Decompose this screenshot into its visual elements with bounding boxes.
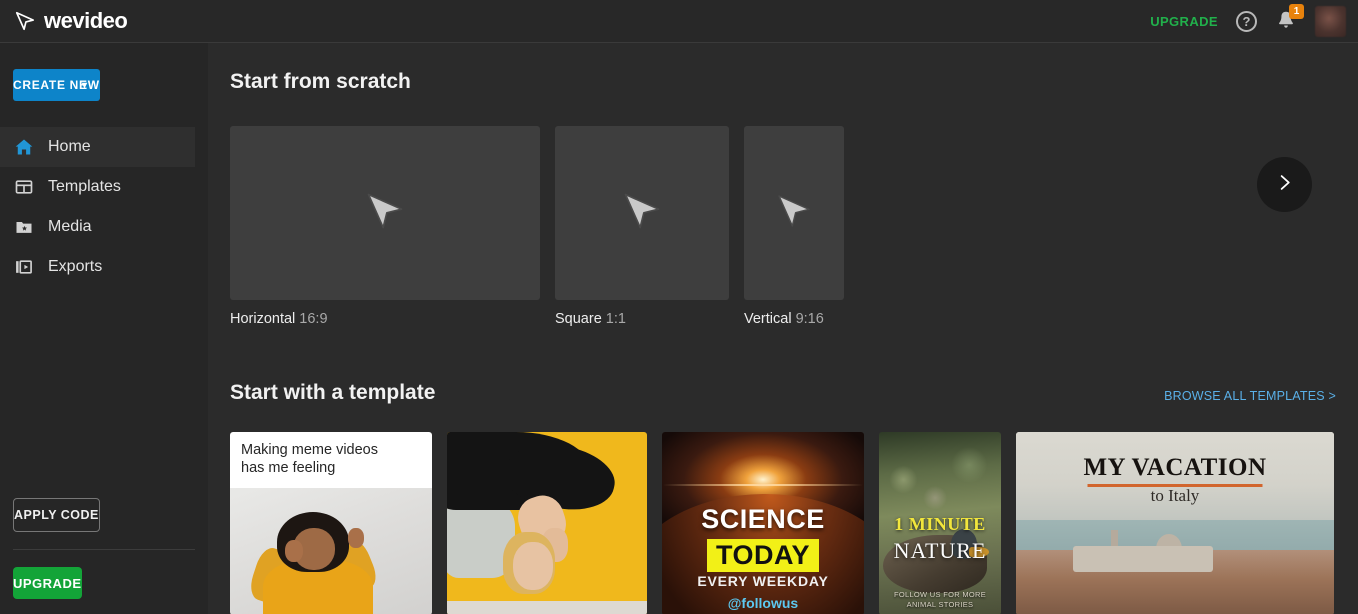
sidebar-item-media[interactable]: Media [0,207,208,247]
scratch-thumb-square[interactable] [555,126,729,300]
sidebar-item-home[interactable]: Home [0,127,195,167]
start-from-scratch-title: Start from scratch [230,70,411,93]
template-image-meme [230,488,432,614]
play-cursor-icon [774,191,814,236]
nature-line-2: NATURE [893,538,987,563]
play-cursor-icon [14,10,36,32]
scratch-card-square[interactable]: Square 1:1 [555,126,729,327]
scratch-card-vertical[interactable]: Vertical 9:16 [744,126,844,327]
scratch-label-square: Square 1:1 [555,311,729,327]
main-content: Start from scratch Horizontal 16:9 Squar… [208,43,1358,614]
chevron-right-icon [1276,174,1293,196]
avatar[interactable] [1315,5,1346,37]
sidebar-item-exports[interactable]: Exports [0,247,208,287]
browse-all-templates-link[interactable]: BROWSE ALL TEMPLATES > [1164,389,1336,403]
upgrade-link[interactable]: UPGRADE [1150,14,1218,29]
play-cursor-icon [363,189,407,238]
scratch-label-vertical: Vertical 9:16 [744,311,844,327]
notifications-button[interactable]: 1 [1275,4,1304,35]
help-icon[interactable]: ? [1236,10,1257,32]
wevideo-logo[interactable]: wevideo [14,8,128,34]
caption-line-2: has me feeling [241,460,336,477]
nature-line-3: FOLLOW US FOR MORE ANIMAL STORIES [893,590,987,609]
scratch-name: Vertical [744,311,792,327]
scratch-thumb-vertical[interactable] [744,126,844,300]
sidebar-nav: Home Templates Media Exports [0,127,208,287]
templates-icon [13,176,35,198]
apply-code-button[interactable]: APPLY CODE [13,498,100,532]
start-with-template-title: Start with a template [230,381,436,404]
scratch-label-horizontal: Horizontal 16:9 [230,311,540,327]
notification-badge: 1 [1289,4,1304,19]
scratch-ratio: 16:9 [299,311,328,327]
template-card-nature[interactable]: 1 MINUTE NATURE FOLLOW US FOR MORE ANIMA… [879,432,1001,614]
scratch-thumb-horizontal[interactable] [230,126,540,300]
home-icon [13,136,35,158]
science-line-1: SCIENCE [701,504,825,534]
template-caption: Making meme videos has me feeling [230,432,432,488]
sidebar-item-label: Exports [48,258,103,275]
sidebar-footer: APPLY CODE UPGRADE [0,498,208,599]
sun-ray [663,484,863,486]
bell-icon [1275,11,1297,35]
template-carousel: Making meme videos has me feeling SCIENC… [230,432,1349,614]
scratch-ratio: 1:1 [605,311,626,327]
template-card-science[interactable]: SCIENCE TODAY EVERY WEEKDAY @followus [662,432,864,614]
template-text-science: SCIENCE TODAY [662,504,864,572]
chevron-down-icon: ▾ [82,79,88,91]
nature-line-1: 1 MINUTE [894,514,986,534]
logo-text: wevideo [44,8,128,33]
create-new-button[interactable]: CREATE NEW ▾ [13,69,100,101]
carousel-next-button[interactable] [1257,157,1312,212]
sidebar-item-label: Home [48,138,91,155]
template-card-meme[interactable]: Making meme videos has me feeling [230,432,432,614]
vacation-line-2: to Italy [1150,486,1200,505]
top-bar: wevideo UPGRADE ? 1 [0,0,1358,43]
exports-icon [13,256,35,278]
play-cursor-icon [620,189,664,238]
template-card-yoga[interactable] [447,432,647,614]
media-folder-star-icon [13,216,35,238]
caption-line-1: Making meme videos [241,442,378,458]
scratch-name: Horizontal [230,311,296,327]
scratch-ratio: 9:16 [795,311,824,327]
sidebar: CREATE NEW ▾ Home Templates Media Export… [0,43,208,614]
science-line-4: @followus [727,595,799,611]
sidebar-divider [13,549,195,550]
vacation-line-1: MY VACATION [1083,454,1267,481]
sidebar-item-templates[interactable]: Templates [0,167,208,207]
sidebar-upgrade-button[interactable]: UPGRADE [13,567,82,599]
sidebar-item-label: Media [48,218,92,235]
science-line-3: EVERY WEEKDAY [697,573,829,589]
scratch-name: Square [555,311,602,327]
science-line-2: TODAY [706,539,820,572]
top-bar-actions: UPGRADE ? 1 [1150,4,1346,37]
start-from-scratch-row: Horizontal 16:9 Square 1:1 Vertical 9:16 [230,126,859,327]
sidebar-item-label: Templates [48,178,121,195]
template-card-vacation[interactable]: MY VACATION to Italy [1016,432,1334,614]
scratch-card-horizontal[interactable]: Horizontal 16:9 [230,126,540,327]
